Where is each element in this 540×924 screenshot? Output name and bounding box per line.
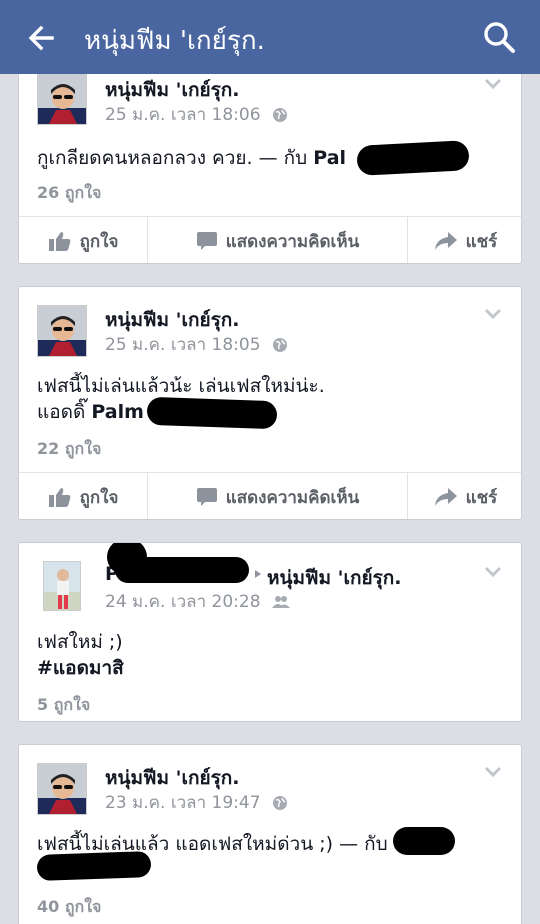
chevron-down-icon[interactable] [483,765,503,779]
post-text: กูเกลียดคนหลอกลวง ควย. — กับ Pal [37,145,346,171]
globe-icon [272,108,287,122]
post-timestamp[interactable]: 25 ม.ค. เวลา 18:05 [105,331,288,358]
like-label: ถูกใจ [79,231,119,252]
chevron-down-icon[interactable] [483,307,503,321]
post-message: กูเกลียดคนหลอกลวง ควย. — กับ [37,147,308,169]
avatar[interactable] [37,73,87,125]
redaction-mark [36,851,152,881]
share-button[interactable]: แชร์ [407,217,521,263]
search-icon[interactable] [480,18,520,58]
share-icon [434,488,457,506]
friends-icon [271,596,290,608]
tagged-friend[interactable]: Palm [91,401,144,423]
post-card: หนุ่มฟีม 'เกย์รุก. 23 ม.ค. เวลา 19:47 เฟ… [18,744,522,924]
post-card: หนุ่มฟีม 'เกย์รุก. 25 ม.ค. เวลา 18:05 เฟ… [18,286,522,520]
like-button[interactable]: ถูกใจ [19,473,147,519]
like-count[interactable]: 5 ถูกใจ [37,693,90,718]
post-timestamp[interactable]: 24 ม.ค. เวลา 20:28 [105,588,290,615]
comment-icon [196,232,217,250]
post-text-line: เฟสนี้ไม่เล่นแล้วน้ะ เล่นเฟสใหม่น่ะ. [37,375,325,397]
like-label: ถูกใจ [79,487,119,508]
post-card: P หนุ่มฟีม 'เกย์รุก. 24 ม.ค. เวลา 20:28 … [18,542,522,722]
hashtag-link[interactable]: #แอดมาสิ [37,655,124,681]
post-actions: ถูกใจ แสดงความคิดเห็น แชร์ [19,472,521,519]
post-timestamp[interactable]: 25 ม.ค. เวลา 18:06 [105,101,288,128]
like-count[interactable]: 40 ถูกใจ [37,895,101,920]
comment-button[interactable]: แสดงความคิดเห็น [147,217,407,263]
thumbs-up-icon [48,488,70,507]
post-time: 25 ม.ค. เวลา 18:05 [105,335,261,355]
redaction-mark [115,557,249,583]
page-title: หนุ่มฟีม 'เกย์รุก. [84,26,265,56]
like-button[interactable]: ถูกใจ [19,217,147,263]
globe-icon [272,338,287,352]
redaction-mark [146,396,278,430]
post-time: 25 ม.ค. เวลา 18:06 [105,105,261,125]
tagged-friend[interactable]: Pal [313,147,346,169]
post-card: หนุ่มฟีม 'เกย์รุก. 25 ม.ค. เวลา 18:06 กู… [18,60,522,264]
chevron-down-icon[interactable] [483,77,503,91]
like-count[interactable]: 22 ถูกใจ [37,437,101,462]
avatar[interactable] [43,561,81,611]
post-message: แอดดิ๊ [37,401,86,423]
back-arrow-icon[interactable] [22,18,62,58]
share-label: แชร์ [465,231,498,252]
post-time: 24 ม.ค. เวลา 20:28 [105,592,261,612]
redaction-mark [356,140,470,176]
share-button[interactable]: แชร์ [407,473,521,519]
redaction-mark [393,827,455,855]
share-icon [434,232,457,250]
comment-icon [196,488,217,506]
comment-label: แสดงความคิดเห็น [225,231,360,252]
chevron-down-icon[interactable] [483,565,503,579]
news-feed: หนุ่มฟีม 'เกย์รุก. 25 ม.ค. เวลา 18:06 กู… [0,0,540,924]
avatar[interactable] [37,305,87,357]
comment-button[interactable]: แสดงความคิดเห็น [147,473,407,519]
like-count[interactable]: 26 ถูกใจ [37,181,101,206]
post-time: 23 ม.ค. เวลา 19:47 [105,793,261,813]
comment-label: แสดงความคิดเห็น [225,487,360,508]
avatar[interactable] [37,763,87,815]
globe-icon [272,796,287,810]
share-label: แชร์ [465,487,498,508]
thumbs-up-icon [48,232,70,251]
post-text-line: แอดดิ๊ Palm [37,399,144,425]
post-actions: ถูกใจ แสดงความคิดเห็น แชร์ [19,216,521,263]
arrow-right-icon [255,570,261,578]
post-message: เฟสใหม่ ;) [37,631,123,653]
app-header: หนุ่มฟีม 'เกย์รุก. [0,0,540,74]
post-timestamp[interactable]: 23 ม.ค. เวลา 19:47 [105,789,288,816]
